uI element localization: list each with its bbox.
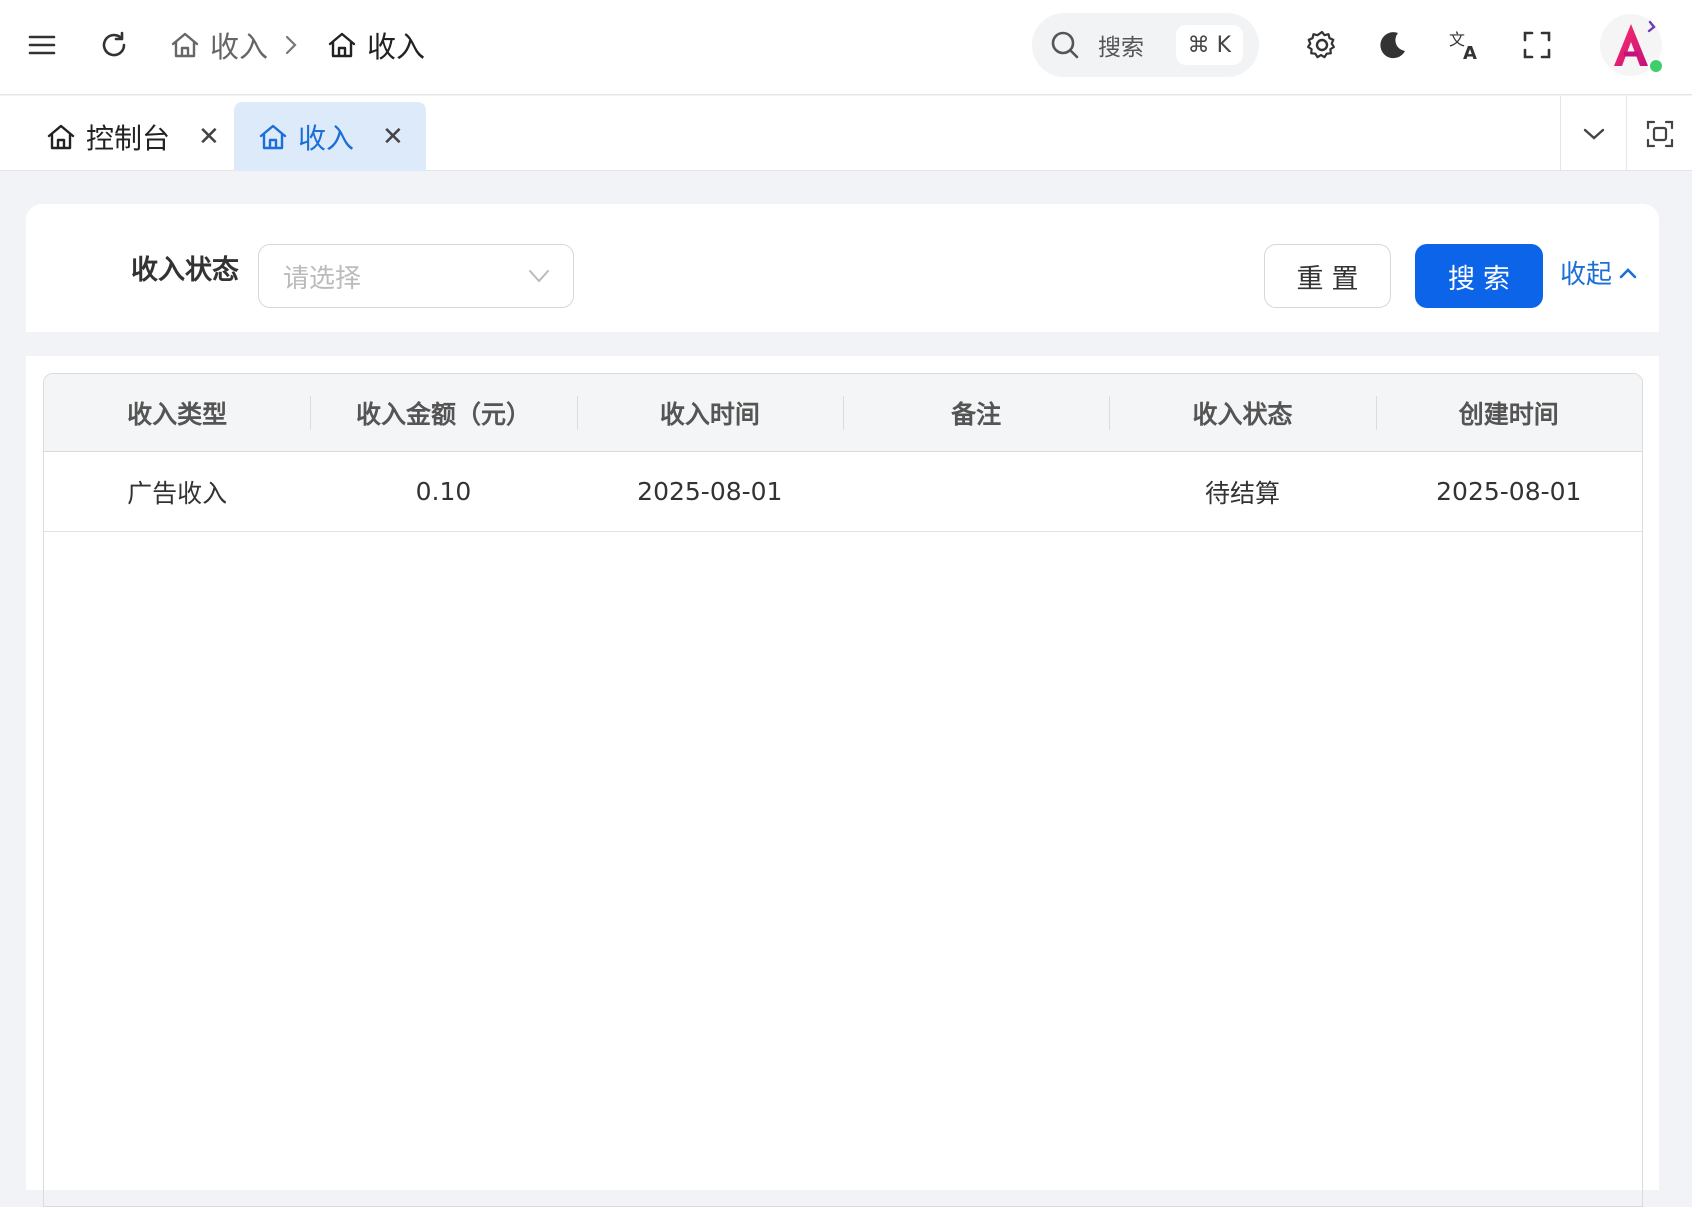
chevron-down-icon <box>529 270 549 283</box>
table-header: 收入类型 收入金额（元） 收入时间 备注 收入状态 创建时间 <box>44 374 1642 452</box>
menu-toggle-button[interactable] <box>17 20 67 70</box>
home-icon <box>47 124 75 149</box>
collapse-label: 收起 <box>1560 260 1613 290</box>
search-icon <box>1051 31 1079 59</box>
column-header-created-time[interactable]: 创建时间 <box>1375 374 1642 451</box>
select-placeholder: 请选择 <box>283 263 362 294</box>
home-icon <box>171 32 199 58</box>
tab-income-label: 收入 <box>298 121 355 155</box>
column-header-income-time[interactable]: 收入时间 <box>576 374 843 451</box>
gear-icon <box>1307 30 1335 59</box>
chevron-down-icon <box>1583 128 1604 140</box>
income-status-label: 收入状态 <box>131 255 239 286</box>
user-avatar[interactable] <box>1600 14 1664 76</box>
online-status-dot <box>1648 58 1664 74</box>
search-shortcut-badge: ⌘ K <box>1175 25 1243 65</box>
translate-icon: 文A <box>1449 30 1477 61</box>
breadcrumb-item-current: 收入 <box>327 24 425 66</box>
cell-remark <box>843 452 1109 531</box>
cell-income-status: 待结算 <box>1204 478 1280 508</box>
chevron-right-icon <box>285 35 297 55</box>
language-button[interactable]: 文A <box>1440 20 1490 70</box>
breadcrumb-item-parent[interactable]: 收入 <box>170 24 268 66</box>
refresh-button[interactable] <box>89 20 139 70</box>
home-icon <box>259 124 287 149</box>
settings-button[interactable] <box>1297 20 1347 70</box>
table-panel: 收入类型 收入金额（元） 收入时间 备注 收入状态 创建时间 广告收入 0.10… <box>26 356 1659 1207</box>
reset-button[interactable]: 重置 <box>1264 244 1391 308</box>
income-table: 收入类型 收入金额（元） 收入时间 备注 收入状态 创建时间 广告收入 0.10… <box>43 373 1643 1207</box>
svg-text:A: A <box>1463 43 1477 61</box>
income-status-select[interactable]: 请选择 <box>258 244 574 308</box>
cell-income-amount: 0.10 <box>415 477 472 506</box>
moon-icon <box>1380 32 1405 59</box>
column-header-income-amount[interactable]: 收入金额（元） <box>310 374 576 451</box>
global-search[interactable]: 搜索 ⌘ K <box>1032 13 1259 77</box>
breadcrumb-parent-label: 收入 <box>210 30 269 64</box>
filter-panel: 收入状态 请选择 重置 搜索 收起 <box>26 204 1659 332</box>
close-icon[interactable]: ✕ <box>198 122 220 152</box>
tab-dashboard-label: 控制台 <box>86 121 171 155</box>
search-button[interactable]: 搜索 <box>1415 244 1543 308</box>
breadcrumb-current-label: 收入 <box>367 30 426 64</box>
column-header-income-type[interactable]: 收入类型 <box>44 374 310 451</box>
home-icon <box>328 32 356 58</box>
cell-income-type: 广告收入 <box>127 478 228 508</box>
tabs-dropdown-button[interactable] <box>1560 96 1626 171</box>
maximize-content-icon <box>1646 120 1673 147</box>
tabs-maximize-button[interactable] <box>1626 96 1692 171</box>
column-header-income-status[interactable]: 收入状态 <box>1109 374 1375 451</box>
dark-mode-toggle[interactable] <box>1368 20 1418 70</box>
cell-income-time: 2025-08-01 <box>637 477 783 506</box>
fullscreen-button[interactable] <box>1512 20 1562 70</box>
fullscreen-icon <box>1523 31 1551 59</box>
table-row[interactable]: 广告收入 0.10 2025-08-01 待结算 2025-08-01 <box>44 452 1642 532</box>
collapse-filter-toggle[interactable]: 收起 <box>1560 254 1638 291</box>
chevron-up-icon <box>1619 267 1637 278</box>
tab-dashboard[interactable]: 控制台 ✕ <box>22 102 240 171</box>
cell-created-time: 2025-08-01 <box>1436 477 1582 506</box>
tab-income[interactable]: 收入 ✕ <box>234 102 426 171</box>
top-header: 收入 收入 搜索 ⌘ K 文A <box>0 0 1692 95</box>
refresh-icon <box>102 31 126 57</box>
menu-icon <box>28 35 56 55</box>
tabs-bar: 控制台 ✕ 收入 ✕ <box>0 96 1692 171</box>
column-header-remark[interactable]: 备注 <box>842 374 1109 451</box>
search-label: 搜索 <box>1098 35 1144 61</box>
breadcrumb-separator <box>284 24 308 66</box>
close-icon[interactable]: ✕ <box>382 122 404 152</box>
